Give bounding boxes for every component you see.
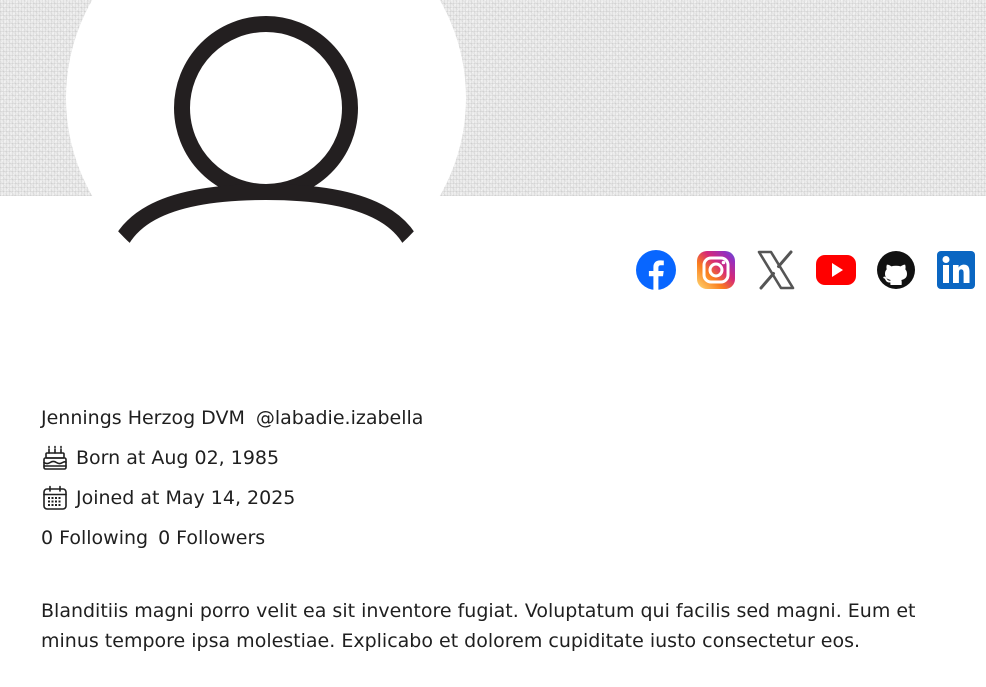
joined-text: Joined at May 14, 2025 [76, 487, 296, 509]
profile-info: Jennings Herzog DVM @labadie.izabella Bo… [41, 398, 941, 558]
profile-page: Jennings Herzog DVM @labadie.izabella Bo… [0, 0, 986, 687]
followers-count: 0 [158, 527, 171, 549]
instagram-icon[interactable] [696, 250, 736, 290]
following-count: 0 [41, 527, 54, 549]
cake-icon [41, 444, 69, 472]
avatar [66, 0, 466, 296]
profile-handle: @labadie.izabella [255, 407, 424, 429]
birth-text: Born at Aug 02, 1985 [76, 447, 280, 469]
birth-row: Born at Aug 02, 1985 [41, 438, 941, 478]
social-links [636, 250, 976, 290]
following-link[interactable]: 0 Following [41, 527, 148, 549]
follow-stats: 0 Following 0 Followers [41, 518, 941, 558]
calendar-icon [41, 484, 69, 512]
user-avatar-icon [104, 16, 428, 296]
github-icon[interactable] [876, 250, 916, 290]
facebook-icon[interactable] [636, 250, 676, 290]
linkedin-icon[interactable] [936, 250, 976, 290]
profile-name: Jennings Herzog DVM [41, 407, 245, 429]
profile-bio: Blanditiis magni porro velit ea sit inve… [41, 600, 916, 652]
followers-link[interactable]: 0 Followers [158, 527, 265, 549]
joined-row: Joined at May 14, 2025 [41, 478, 941, 518]
name-row: Jennings Herzog DVM @labadie.izabella [41, 398, 941, 438]
youtube-icon[interactable] [816, 250, 856, 290]
following-label: Following [59, 527, 149, 549]
x-icon[interactable] [756, 250, 796, 290]
followers-label: Followers [176, 527, 266, 549]
